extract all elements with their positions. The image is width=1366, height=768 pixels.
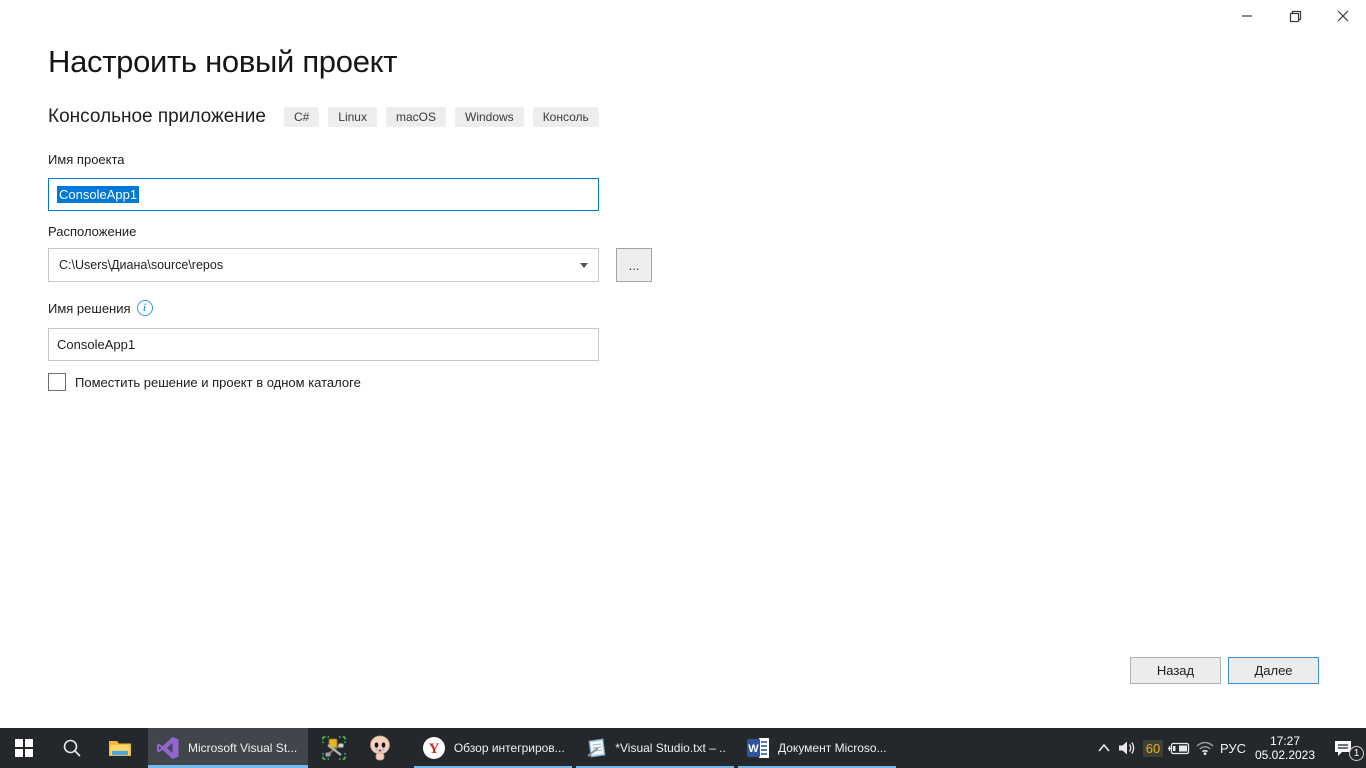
same-directory-label: Поместить решение и проект в одном катал…: [75, 375, 361, 390]
solution-name-value: ConsoleApp1: [57, 337, 135, 352]
start-button[interactable]: [0, 728, 48, 768]
task-label: Обзор интегриров...: [454, 741, 564, 755]
maximize-button[interactable]: [1278, 0, 1312, 32]
page-title: Настроить новый проект: [48, 44, 397, 80]
restore-icon: [1289, 10, 1302, 23]
next-button[interactable]: Далее: [1228, 657, 1319, 684]
task-word[interactable]: W Документ Microso...: [738, 728, 896, 768]
chevron-up-icon: [1098, 744, 1110, 752]
template-tag-console: Консоль: [533, 107, 599, 127]
yandex-browser-icon: Y: [422, 736, 446, 760]
visual-studio-icon: [156, 736, 180, 760]
template-tag-linux: Linux: [328, 107, 377, 127]
solution-name-input[interactable]: ConsoleApp1: [48, 328, 599, 361]
same-directory-row: Поместить решение и проект в одном катал…: [48, 373, 361, 391]
template-name: Консольное приложение: [48, 106, 266, 128]
location-value: C:\Users\Диана\source\repos: [59, 258, 580, 272]
tray-overflow-button[interactable]: [1093, 728, 1115, 768]
game-tools-icon: [321, 735, 347, 761]
folder-icon: [108, 738, 132, 758]
notepad-icon: [584, 736, 607, 760]
task-label: *Visual Studio.txt – ...: [615, 741, 726, 755]
task-visual-studio[interactable]: Microsoft Visual St...: [148, 728, 308, 768]
battery-percent-value: 60: [1143, 740, 1163, 757]
solution-name-label: Имя решения: [48, 301, 131, 316]
template-tags: C# Linux macOS Windows Консоль: [284, 107, 599, 127]
tray-date: 05.02.2023: [1255, 748, 1315, 762]
windows-logo-icon: [15, 739, 33, 757]
minimize-icon: [1241, 10, 1253, 22]
word-icon: W: [746, 737, 770, 759]
location-label: Расположение: [48, 224, 136, 239]
speaker-icon: [1118, 740, 1138, 756]
notification-button[interactable]: 1: [1320, 728, 1366, 768]
close-button[interactable]: [1326, 0, 1360, 32]
template-tag-macos: macOS: [386, 107, 446, 127]
language-indicator[interactable]: РУС: [1214, 728, 1252, 768]
task-label: Microsoft Visual St...: [188, 741, 297, 755]
location-combobox[interactable]: C:\Users\Диана\source\repos: [48, 248, 599, 282]
chevron-down-icon: [580, 263, 588, 268]
search-icon: [62, 738, 82, 758]
same-directory-checkbox[interactable]: [48, 373, 66, 391]
minimize-button[interactable]: [1230, 0, 1264, 32]
task-yandex-browser[interactable]: Y Обзор интегриров...: [414, 728, 572, 768]
task-notepad[interactable]: *Visual Studio.txt – ...: [576, 728, 734, 768]
template-tag-windows: Windows: [455, 107, 524, 127]
template-tag-csharp: C#: [284, 107, 319, 127]
project-name-label: Имя проекта: [48, 152, 125, 167]
isaac-face-icon: [367, 735, 393, 761]
battery-button[interactable]: [1165, 728, 1193, 768]
taskbar: Microsoft Visual St... Y Обзор интег: [0, 728, 1366, 768]
template-header: Консольное приложение C# Linux macOS Win…: [48, 106, 599, 128]
svg-text:Y: Y: [429, 741, 440, 757]
pinned-game-tools-button[interactable]: [312, 728, 356, 768]
task-label: Документ Microso...: [778, 741, 887, 755]
notification-badge: 1: [1349, 746, 1364, 761]
search-button[interactable]: [48, 728, 96, 768]
volume-button[interactable]: [1115, 728, 1141, 768]
close-icon: [1337, 10, 1349, 22]
info-icon[interactable]: i: [137, 300, 153, 316]
pinned-game-isaac-button[interactable]: [358, 728, 402, 768]
battery-percent-badge[interactable]: 60: [1141, 728, 1165, 768]
tray-time: 17:27: [1270, 734, 1300, 748]
project-name-input[interactable]: ConsoleApp1: [48, 178, 599, 211]
file-explorer-button[interactable]: [96, 728, 144, 768]
window-titlebar: [0, 0, 1366, 32]
selected-text: ConsoleApp1: [57, 186, 139, 203]
browse-button[interactable]: ...: [616, 248, 652, 282]
clock[interactable]: 17:27 05.02.2023: [1252, 728, 1318, 768]
svg-text:W: W: [748, 743, 759, 755]
battery-charging-icon: [1167, 742, 1191, 755]
wifi-icon: [1196, 741, 1214, 755]
back-button[interactable]: Назад: [1130, 657, 1221, 684]
solution-name-label-row: Имя решения i: [48, 300, 153, 316]
